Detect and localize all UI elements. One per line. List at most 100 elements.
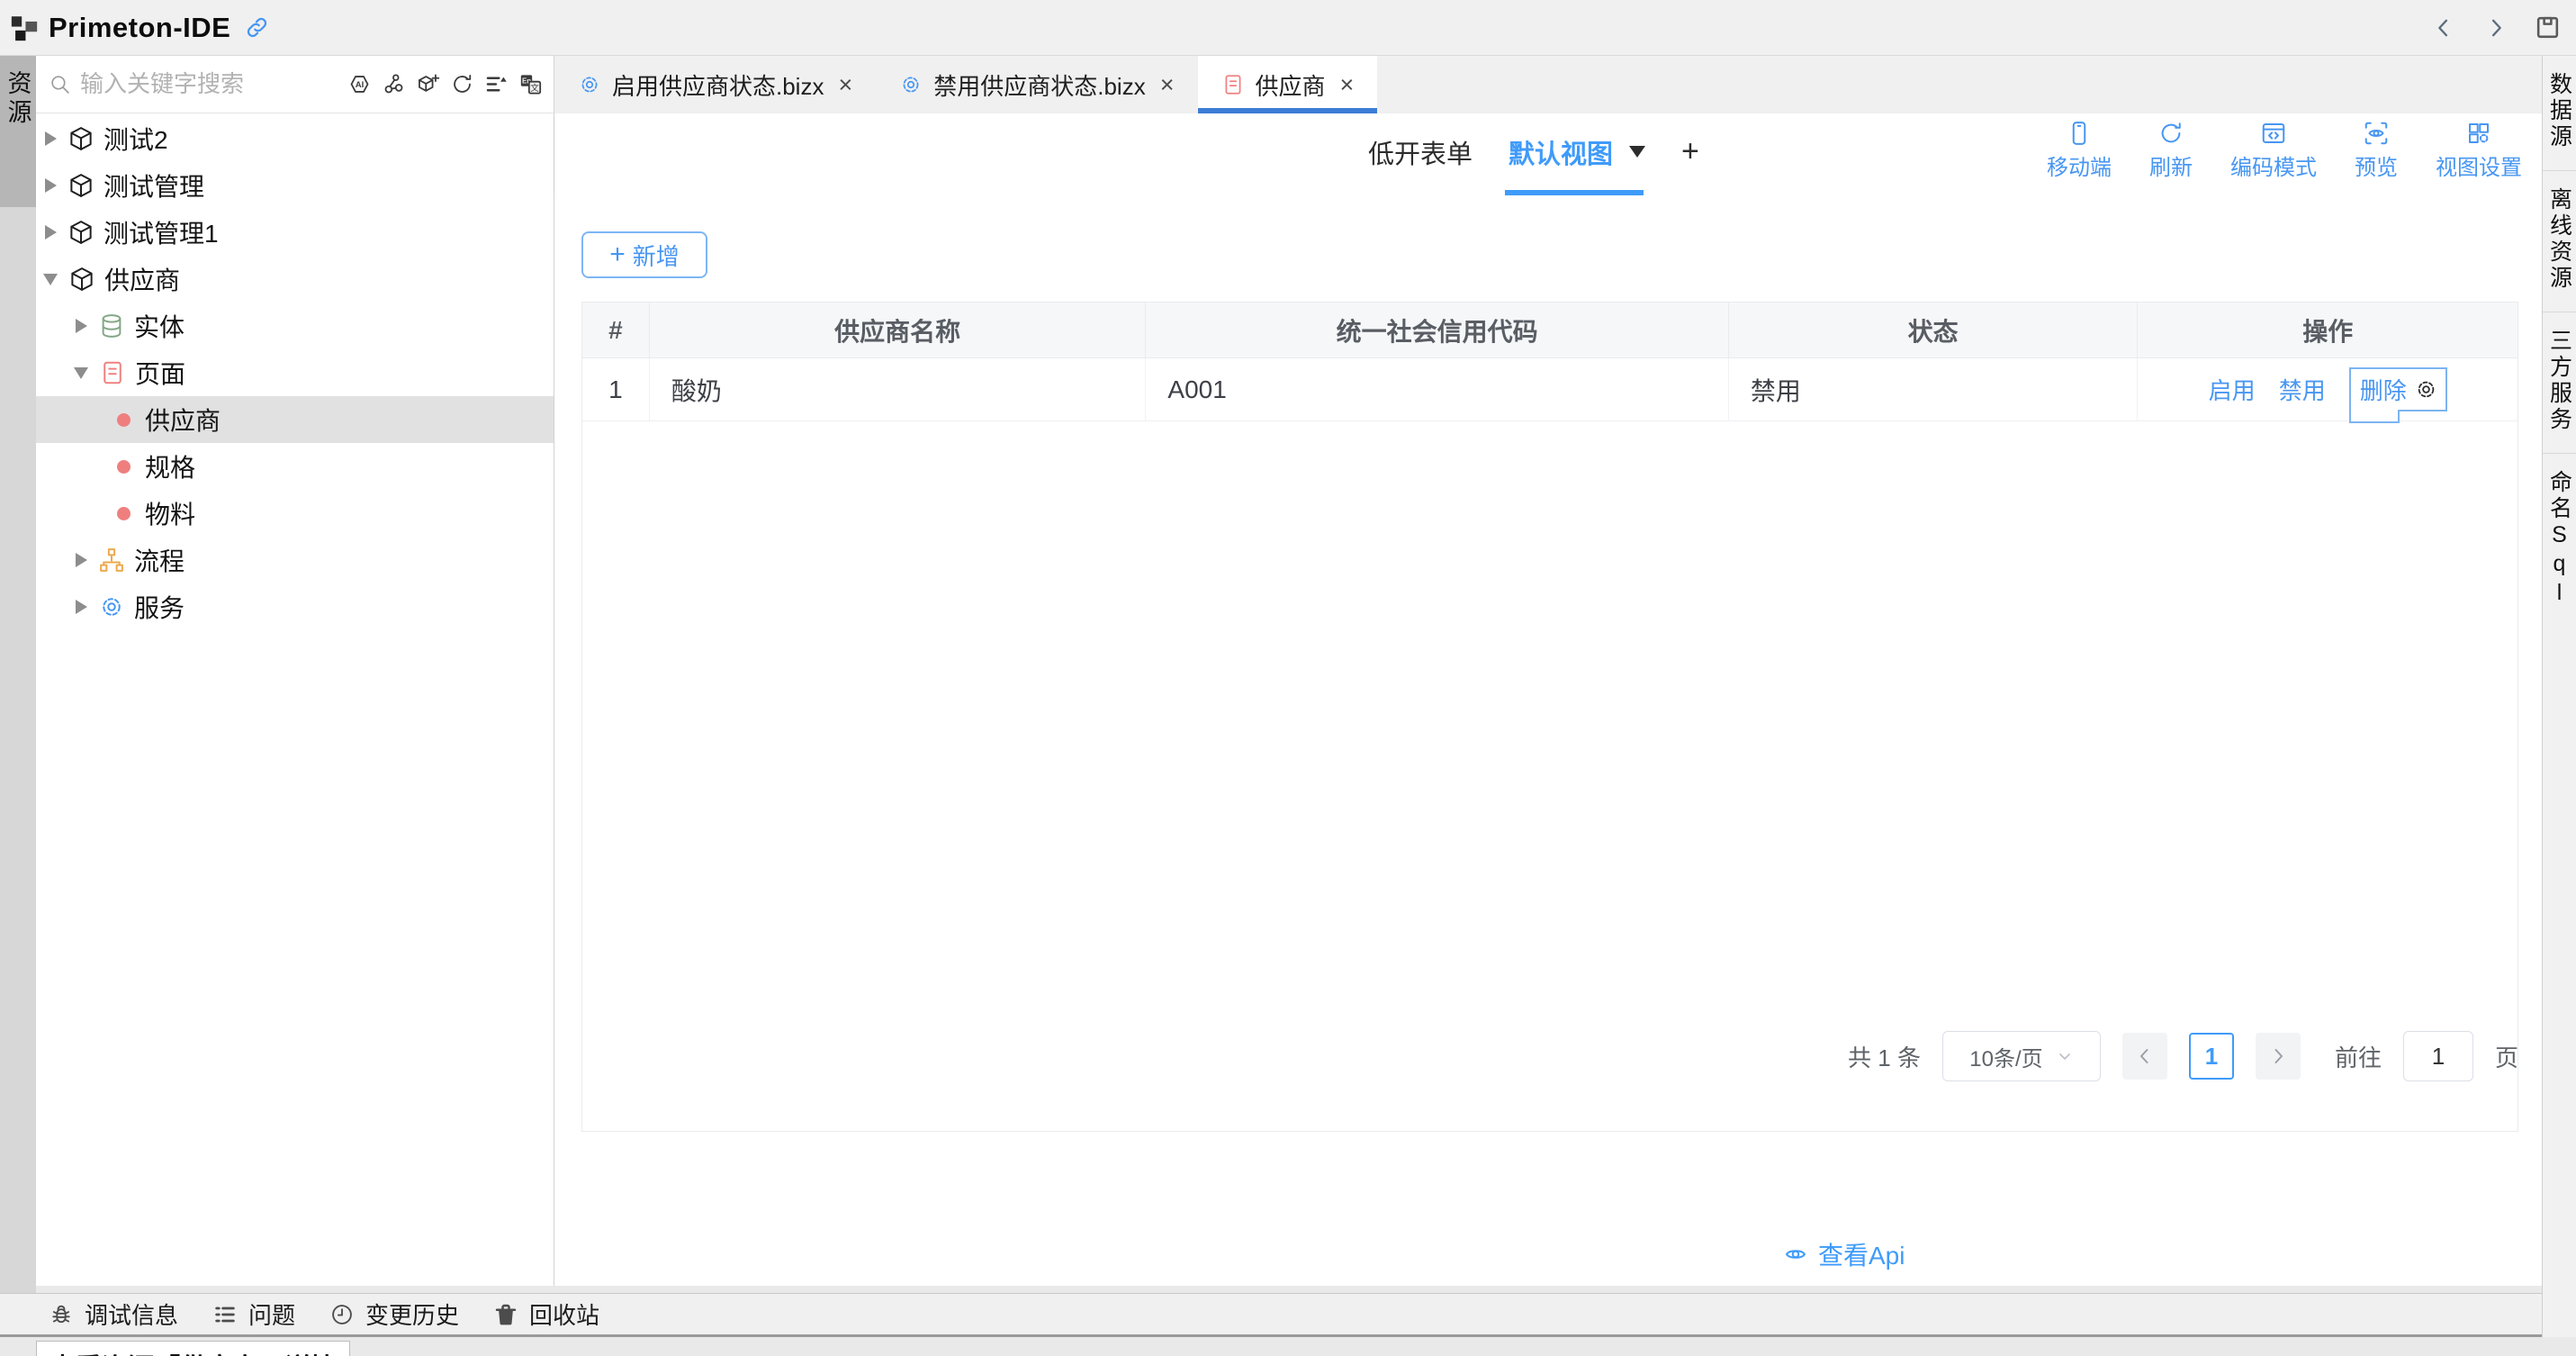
action-label: 视图设置 [2436,149,2522,181]
editor-tab-label: 供应商 [1256,68,1326,102]
add-button[interactable]: + 新增 [581,231,707,278]
rail-tab-thirdparty-services[interactable]: 三方服务 [2543,312,2576,454]
gear-icon[interactable] [2414,377,2438,402]
tree-item-test2[interactable]: 测试2 [36,115,554,162]
rail-tab-label: 数据源 [2544,72,2576,150]
delete-link[interactable]: 删除 [2360,373,2407,406]
page-size-select[interactable]: 10条/页 [1942,1031,2101,1081]
recycle-bin-button[interactable]: 回收站 [493,1297,599,1331]
caret-down-icon[interactable] [43,274,58,285]
refresh-icon [2157,120,2184,147]
tree-item-test-mgmt1[interactable]: 测试管理1 [36,209,554,256]
caret-right-icon[interactable] [76,319,87,333]
form-type-label[interactable]: 低开表单 [1368,113,1473,190]
rail-tab-label: 离线资源 [2544,187,2576,292]
page-icon [99,359,126,386]
view-dropdown-caret-icon[interactable] [1629,113,1645,190]
tree-item-label: 测试管理1 [104,214,219,250]
tree-item-flow[interactable]: 流程 [36,537,554,583]
tree-item-material-page[interactable]: 物料 [36,490,554,537]
nav-back-icon[interactable] [2431,15,2456,41]
view-api-link[interactable]: 查看Api [1782,1236,1905,1272]
rail-tab-label: 三方服务 [2544,329,2576,433]
close-icon[interactable]: × [838,71,852,99]
code-mode-button[interactable]: 编码模式 [2230,120,2317,181]
editor-tab-enable-supplier[interactable]: 启用供应商状态.bizx × [554,56,876,113]
eye-icon [1782,1241,1809,1268]
refresh-button[interactable]: 刷新 [2149,120,2193,181]
share-nodes-icon[interactable] [382,72,406,96]
layout-grid-icon [2465,120,2492,147]
tab-default-view[interactable]: 默认视图 [1509,113,1613,190]
bottom-status-bar: 调试信息 问题 变更历史 回收站 [0,1293,2542,1337]
col-name: 供应商名称 [650,303,1146,357]
tree-item-supplier-page[interactable]: 供应商 [36,396,554,443]
chevron-down-icon [2056,1047,2074,1065]
editor-tab-disable-supplier[interactable]: 禁用供应商状态.bizx × [876,56,1197,113]
page-icon [1221,73,1245,96]
prev-page-button[interactable] [2122,1033,2167,1080]
close-icon[interactable]: × [1160,71,1175,99]
caret-right-icon[interactable] [76,600,87,614]
ai-icon[interactable] [347,72,372,96]
current-page-button[interactable]: 1 [2189,1033,2234,1080]
tree-item-pages[interactable]: 页面 [36,349,554,396]
action-label: 刷新 [2149,149,2193,181]
tree-item-label: 物料 [145,495,195,531]
view-settings-button[interactable]: 视图设置 [2436,120,2522,181]
main-area: 启用供应商状态.bizx × 禁用供应商状态.bizx × 供应商 × 低开表单… [554,56,2542,1286]
rail-tab-resources[interactable]: 资源 [0,56,36,207]
tree-item-supplier-module[interactable]: 供应商 [36,256,554,303]
nav-forward-icon[interactable] [2483,15,2508,41]
editor-tab-supplier[interactable]: 供应商 × [1198,56,1378,113]
problems-button[interactable]: 问题 [212,1297,295,1331]
mobile-icon [2066,120,2093,147]
rail-tab-datasource[interactable]: 数据源 [2543,56,2576,171]
disable-link[interactable]: 禁用 [2279,373,2326,406]
tree-item-service[interactable]: 服务 [36,583,554,630]
action-label: 预览 [2355,149,2398,181]
caret-right-icon[interactable] [45,178,57,193]
view-toolbar: 低开表单 默认视图 + 移动端 刷新 编码模式 预览 视 [554,113,2542,195]
caret-right-icon[interactable] [45,225,57,240]
mobile-mode-button[interactable]: 移动端 [2047,120,2112,181]
rail-tab-offline-resources[interactable]: 离线资源 [2543,171,2576,312]
cell-status: 禁用 [1729,358,2139,420]
tree-item-label: 供应商 [145,402,221,438]
list-icon [212,1302,238,1327]
bottom-item-label: 回收站 [529,1297,599,1331]
link-icon[interactable] [245,15,269,40]
preview-button[interactable]: 预览 [2355,120,2398,181]
page-unit-label: 页 [2495,1040,2518,1073]
title-bar: Primeton-IDE [0,0,2576,56]
add-module-cube-icon[interactable] [416,72,440,96]
next-page-button[interactable] [2256,1033,2301,1080]
tree-item-test-mgmt[interactable]: 测试管理 [36,162,554,209]
translate-icon[interactable] [518,72,543,96]
close-icon[interactable]: × [1340,71,1355,99]
caret-down-icon[interactable] [74,367,88,379]
refresh-tree-icon[interactable] [450,72,474,96]
flow-icon [98,547,125,574]
resource-tree: 测试2 测试管理 测试管理1 供应商 实体 页面 供应 [36,113,554,630]
search-input[interactable] [80,70,347,98]
change-history-button[interactable]: 变更历史 [329,1297,459,1331]
debug-info-button[interactable]: 调试信息 [49,1297,178,1331]
gear-icon [578,73,601,96]
caret-right-icon[interactable] [45,131,57,146]
caret-right-icon[interactable] [76,553,87,567]
enable-link[interactable]: 启用 [2209,373,2256,406]
tree-item-entity[interactable]: 实体 [36,303,554,349]
resource-sidebar: 测试2 测试管理 测试管理1 供应商 实体 页面 供应 [36,56,554,1286]
table-row: 1 酸奶 A001 禁用 启用 禁用 删除 [582,358,2517,421]
module-cube-icon [68,266,95,293]
add-view-button[interactable]: + [1681,113,1699,190]
cell-code: A001 [1146,358,1728,420]
collapse-sort-icon[interactable] [484,72,509,96]
plus-icon: + [609,241,626,268]
rail-tab-named-sql[interactable]: 命名Sql [2543,454,2576,628]
tree-item-spec-page[interactable]: 规格 [36,443,554,490]
save-icon[interactable] [2534,14,2562,41]
clock-icon [329,1302,355,1327]
goto-page-input[interactable] [2403,1031,2473,1081]
